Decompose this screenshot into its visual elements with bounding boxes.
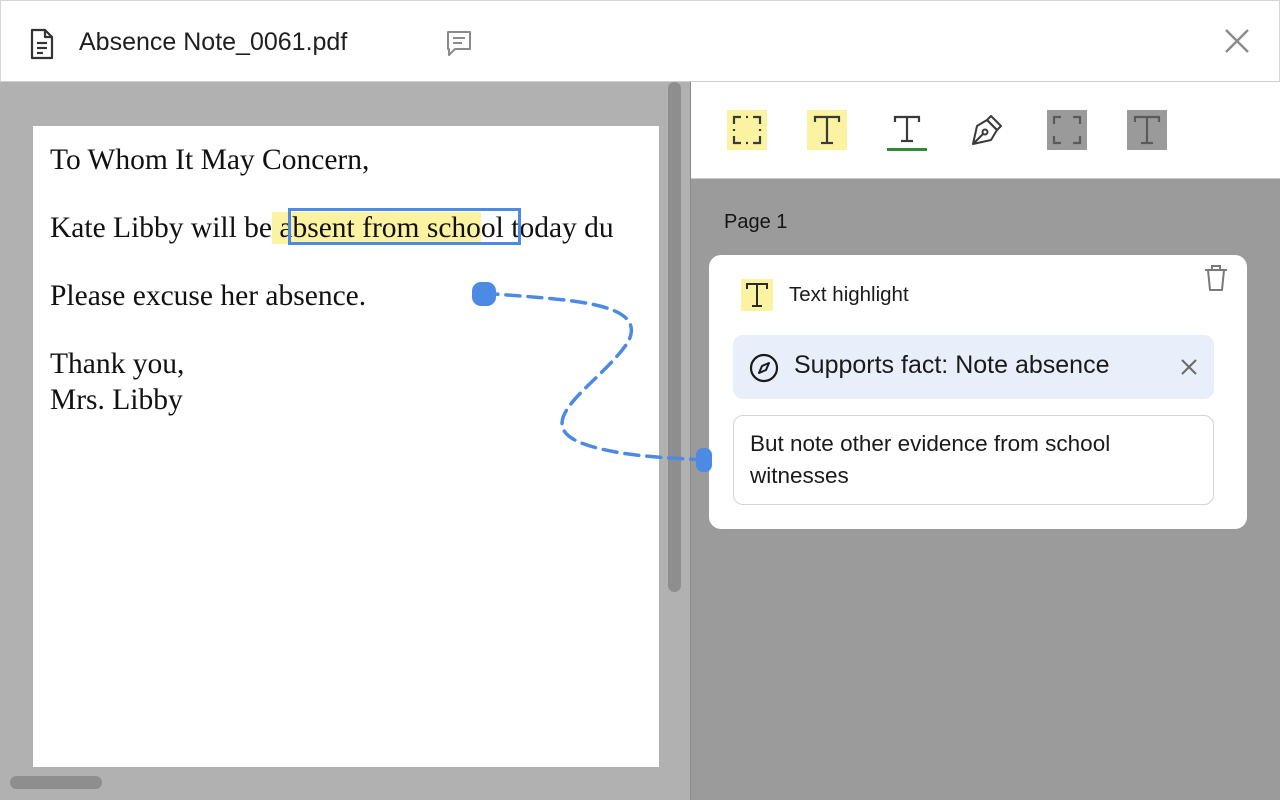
pdf-text-line[interactable]: Thank you, [50, 346, 184, 382]
pdf-text: ol today du [480, 212, 614, 244]
note-field[interactable]: But note other evidence from school witn… [733, 415, 1214, 505]
close-icon[interactable] [1219, 23, 1255, 59]
text-icon [813, 115, 841, 145]
area-select-icon [1052, 115, 1082, 145]
page-label: Page 1 [724, 211, 788, 233]
comment-icon[interactable] [442, 26, 476, 60]
annotation-toolbar [691, 82, 1280, 179]
annotation-card[interactable]: Text highlight Supports fact: Note absen… [709, 255, 1247, 529]
pdf-text-line[interactable]: Mrs. Libby [50, 382, 183, 418]
document-icon [30, 28, 54, 60]
area-select-icon [732, 115, 762, 145]
highlighted-text[interactable]: absent from scho [272, 212, 481, 244]
pen-icon [972, 115, 1002, 145]
text-icon [1133, 115, 1161, 145]
annotation-panel: Page 1 Text highlight Supports fact: Not… [690, 82, 1280, 800]
vertical-scrollbar[interactable] [668, 82, 681, 592]
fact-chip[interactable]: Supports fact: Note absence [733, 335, 1214, 399]
pdf-text-line[interactable]: Kate Libby will be absent from school to… [50, 210, 614, 246]
pdf-text: Kate Libby will be [50, 212, 273, 244]
document-viewer[interactable]: To Whom It May Concern, Kate Libby will … [0, 82, 690, 800]
annotation-type-label: Text highlight [789, 283, 909, 306]
pen-tool[interactable] [967, 110, 1007, 150]
pdf-page[interactable]: To Whom It May Concern, Kate Libby will … [33, 126, 659, 767]
area-redact-tool[interactable] [1047, 110, 1087, 150]
text-redact-tool[interactable] [1127, 110, 1167, 150]
text-underline-tool[interactable] [887, 110, 927, 151]
title-bar: Absence Note_0061.pdf [0, 0, 1280, 82]
text-highlight-icon [741, 279, 773, 311]
pdf-text-line[interactable]: Please excuse her absence. [50, 278, 366, 314]
fact-label: Supports fact: Note absence [794, 351, 1110, 379]
text-underline-icon [887, 115, 927, 151]
horizontal-scrollbar[interactable] [10, 776, 102, 789]
area-highlight-tool[interactable] [727, 110, 767, 150]
pdf-text-line[interactable]: To Whom It May Concern, [50, 142, 369, 178]
remove-fact-icon[interactable] [1176, 354, 1202, 380]
compass-icon [749, 353, 779, 383]
document-title: Absence Note_0061.pdf [79, 28, 348, 56]
trash-icon[interactable] [1202, 263, 1230, 293]
text-highlight-tool[interactable] [807, 110, 847, 150]
